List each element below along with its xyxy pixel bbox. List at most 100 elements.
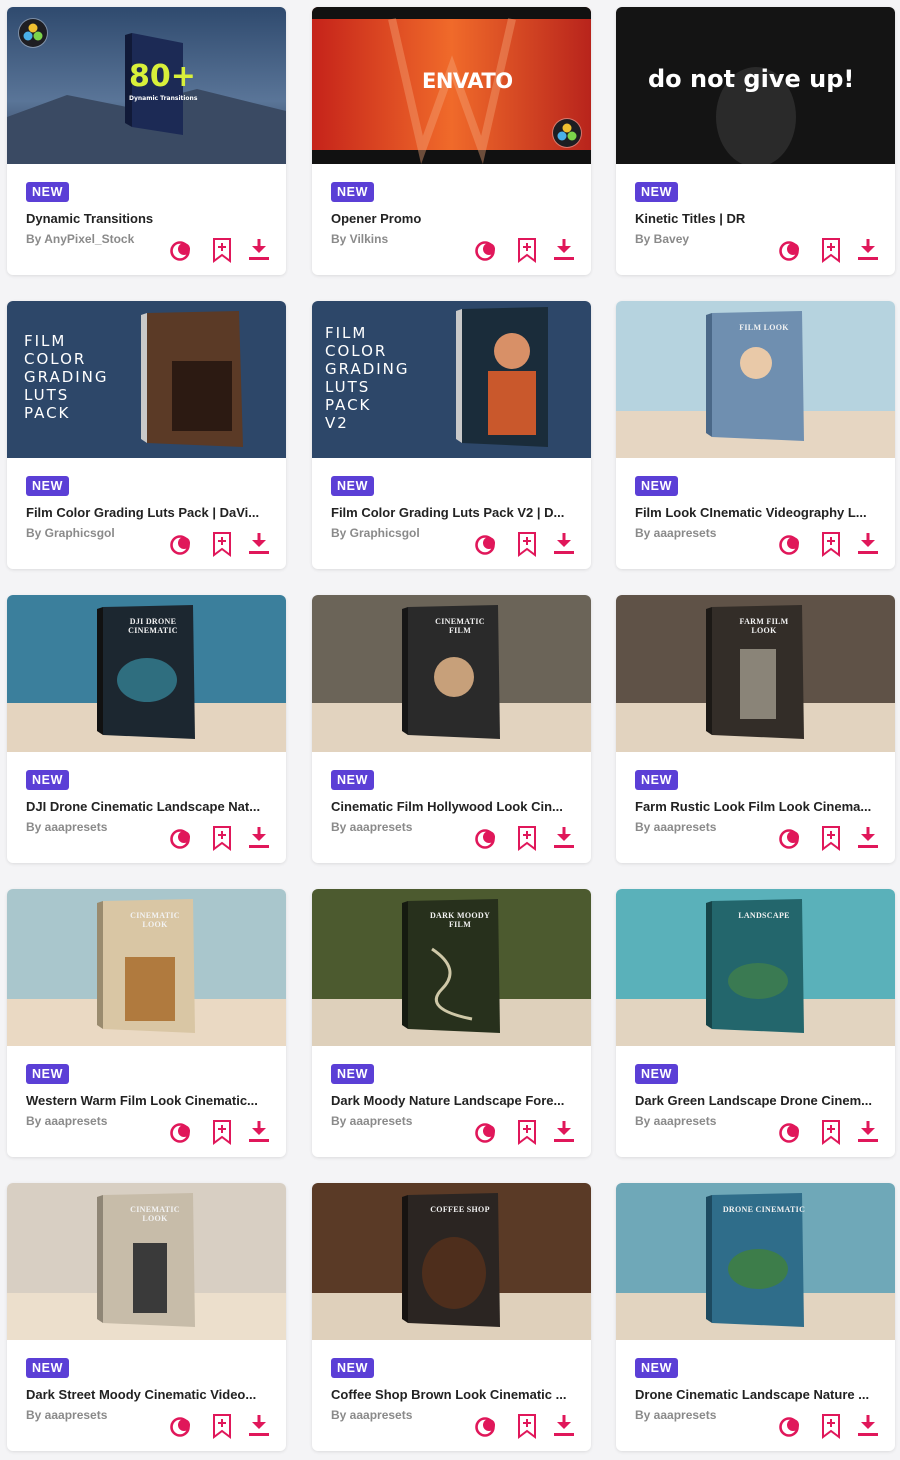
item-author[interactable]: By aaapresets [635, 1408, 775, 1422]
davinci-resolve-icon[interactable] [474, 237, 500, 263]
item-card[interactable]: FARM FILM LOOK NEW Farm Rustic Look Film… [616, 595, 895, 863]
davinci-resolve-icon[interactable] [169, 531, 195, 557]
item-author[interactable]: By aaapresets [331, 1408, 471, 1422]
item-title[interactable]: Film Color Grading Luts Pack V2 | D... [331, 505, 576, 520]
item-title[interactable]: Kinetic Titles | DR [635, 211, 880, 226]
item-thumbnail[interactable]: DJI DRONE CINEMATIC [7, 595, 286, 752]
davinci-resolve-icon[interactable] [474, 825, 500, 851]
item-card[interactable]: CINEMATIC LOOK NEW Western Warm Film Loo… [7, 889, 286, 1157]
item-card[interactable]: DRONE CINEMATIC NEW Drone Cinematic Land… [616, 1183, 895, 1451]
bookmark-add-icon[interactable] [514, 237, 540, 263]
bookmark-add-icon[interactable] [514, 1413, 540, 1439]
item-title[interactable]: Farm Rustic Look Film Look Cinema... [635, 799, 880, 814]
davinci-resolve-icon[interactable] [169, 1413, 195, 1439]
davinci-resolve-icon[interactable] [778, 1119, 804, 1145]
download-icon[interactable] [551, 237, 577, 263]
item-title[interactable]: Film Look CInematic Videography L... [635, 505, 880, 520]
item-title[interactable]: Opener Promo [331, 211, 576, 226]
item-author[interactable]: By Graphicsgol [26, 526, 166, 540]
bookmark-add-icon[interactable] [209, 237, 235, 263]
download-icon[interactable] [551, 1413, 577, 1439]
download-icon[interactable] [551, 531, 577, 557]
bookmark-add-icon[interactable] [209, 1119, 235, 1145]
item-title[interactable]: Film Color Grading Luts Pack | DaVi... [26, 505, 271, 520]
download-icon[interactable] [551, 1119, 577, 1145]
item-card[interactable]: ENVATO NEW Opener Promo By Vilkins [312, 7, 591, 275]
item-author[interactable]: By aaapresets [635, 820, 775, 834]
davinci-resolve-icon[interactable] [169, 1119, 195, 1145]
davinci-resolve-icon[interactable] [474, 1413, 500, 1439]
item-author[interactable]: By aaapresets [635, 526, 775, 540]
item-card[interactable]: 80+ Dynamic Transitions NEW Dynamic Tran… [7, 7, 286, 275]
item-author[interactable]: By aaapresets [331, 1114, 471, 1128]
item-thumbnail[interactable]: 80+ Dynamic Transitions [7, 7, 286, 164]
item-card[interactable]: FILM COLOR GRADING LUTS PACK NEW Film Co… [7, 301, 286, 569]
download-icon[interactable] [855, 237, 881, 263]
download-icon[interactable] [246, 1119, 272, 1145]
davinci-resolve-icon[interactable] [169, 825, 195, 851]
bookmark-add-icon[interactable] [514, 531, 540, 557]
download-icon[interactable] [855, 1119, 881, 1145]
download-icon[interactable] [246, 531, 272, 557]
bookmark-add-icon[interactable] [209, 1413, 235, 1439]
item-thumbnail[interactable]: LANDSCAPE [616, 889, 895, 1046]
item-thumbnail[interactable]: DRONE CINEMATIC [616, 1183, 895, 1340]
item-author[interactable]: By aaapresets [331, 820, 471, 834]
item-card[interactable]: DJI DRONE CINEMATIC NEW DJI Drone Cinema… [7, 595, 286, 863]
item-author[interactable]: By aaapresets [635, 1114, 775, 1128]
item-thumbnail[interactable]: CINEMATIC FILM [312, 595, 591, 752]
item-card[interactable]: FILM COLOR GRADING LUTS PACK V2 NEW Film… [312, 301, 591, 569]
item-author[interactable]: By AnyPixel_Stock [26, 232, 166, 246]
item-author[interactable]: By Vilkins [331, 232, 471, 246]
item-card[interactable]: FILM LOOK NEW Film Look CInematic Videog… [616, 301, 895, 569]
download-icon[interactable] [855, 825, 881, 851]
item-author[interactable]: By aaapresets [26, 1114, 166, 1128]
item-thumbnail[interactable]: FILM COLOR GRADING LUTS PACK V2 [312, 301, 591, 458]
item-title[interactable]: Dark Street Moody Cinematic Video... [26, 1387, 271, 1402]
item-thumbnail[interactable]: FILM LOOK [616, 301, 895, 458]
item-card[interactable]: COFFEE SHOP NEW Coffee Shop Brown Look C… [312, 1183, 591, 1451]
bookmark-add-icon[interactable] [818, 825, 844, 851]
item-thumbnail[interactable]: COFFEE SHOP [312, 1183, 591, 1340]
item-thumbnail[interactable]: CINEMATIC LOOK [7, 1183, 286, 1340]
download-icon[interactable] [855, 1413, 881, 1439]
item-title[interactable]: Dark Green Landscape Drone Cinem... [635, 1093, 880, 1108]
download-icon[interactable] [551, 825, 577, 851]
davinci-resolve-icon[interactable] [778, 1413, 804, 1439]
item-title[interactable]: Dynamic Transitions [26, 211, 271, 226]
item-author[interactable]: By aaapresets [26, 1408, 166, 1422]
bookmark-add-icon[interactable] [818, 1413, 844, 1439]
davinci-resolve-icon[interactable] [474, 531, 500, 557]
item-title[interactable]: Cinematic Film Hollywood Look Cin... [331, 799, 576, 814]
item-card[interactable]: DARK MOODY FILM NEW Dark Moody Nature La… [312, 889, 591, 1157]
davinci-resolve-icon[interactable] [778, 237, 804, 263]
davinci-resolve-icon[interactable] [778, 825, 804, 851]
davinci-resolve-icon[interactable] [778, 531, 804, 557]
download-icon[interactable] [246, 237, 272, 263]
davinci-resolve-icon[interactable] [169, 237, 195, 263]
item-thumbnail[interactable]: ENVATO [312, 7, 591, 164]
item-title[interactable]: Coffee Shop Brown Look Cinematic ... [331, 1387, 576, 1402]
item-thumbnail[interactable]: FILM COLOR GRADING LUTS PACK [7, 301, 286, 458]
item-thumbnail[interactable]: do not give up! [616, 7, 895, 164]
item-thumbnail[interactable]: FARM FILM LOOK [616, 595, 895, 752]
item-title[interactable]: Dark Moody Nature Landscape Fore... [331, 1093, 576, 1108]
item-thumbnail[interactable]: DARK MOODY FILM [312, 889, 591, 1046]
item-title[interactable]: DJI Drone Cinematic Landscape Nat... [26, 799, 271, 814]
item-title[interactable]: Drone Cinematic Landscape Nature ... [635, 1387, 880, 1402]
item-author[interactable]: By aaapresets [26, 820, 166, 834]
bookmark-add-icon[interactable] [514, 825, 540, 851]
bookmark-add-icon[interactable] [818, 531, 844, 557]
item-title[interactable]: Western Warm Film Look Cinematic... [26, 1093, 271, 1108]
item-author[interactable]: By Graphicsgol [331, 526, 471, 540]
download-icon[interactable] [855, 531, 881, 557]
item-author[interactable]: By Bavey [635, 232, 775, 246]
item-thumbnail[interactable]: CINEMATIC LOOK [7, 889, 286, 1046]
bookmark-add-icon[interactable] [209, 531, 235, 557]
bookmark-add-icon[interactable] [209, 825, 235, 851]
davinci-resolve-icon[interactable] [474, 1119, 500, 1145]
item-card[interactable]: CINEMATIC FILM NEW Cinematic Film Hollyw… [312, 595, 591, 863]
download-icon[interactable] [246, 825, 272, 851]
bookmark-add-icon[interactable] [514, 1119, 540, 1145]
item-card[interactable]: do not give up! NEW Kinetic Titles | DR … [616, 7, 895, 275]
